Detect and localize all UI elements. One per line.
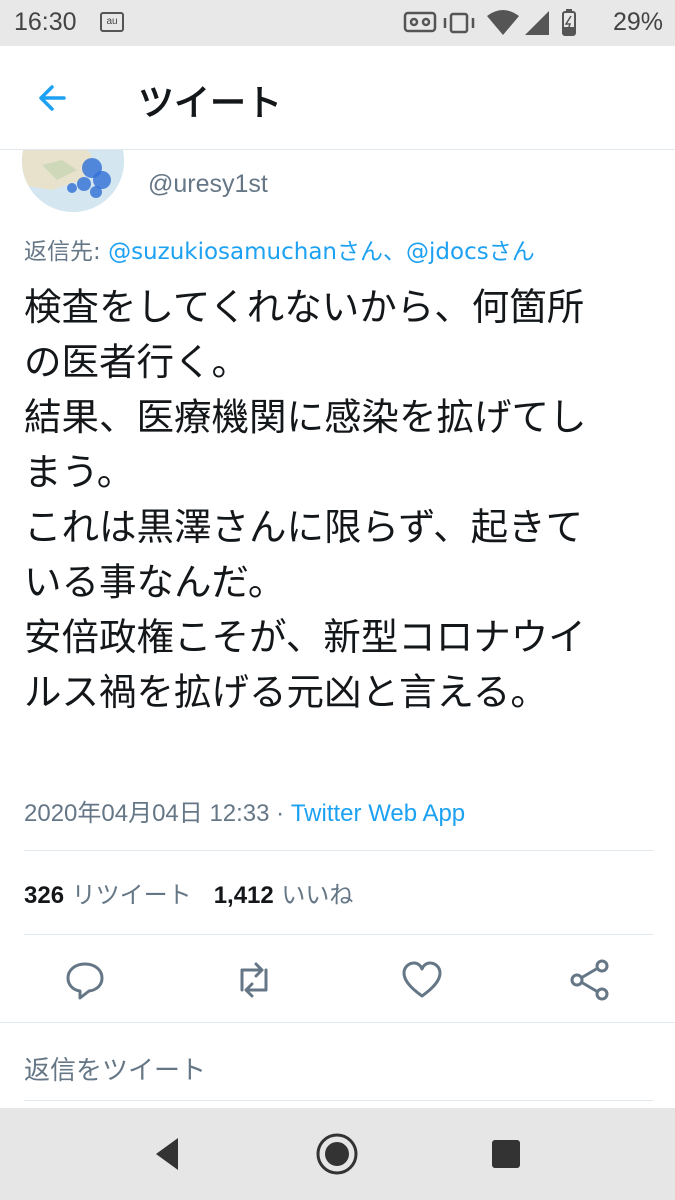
reply-to-line: 返信先: @suzukiosamuchanさん、@jdocsさん (24, 232, 535, 266)
reply-to-separator: 、 (383, 239, 407, 265)
retweet-count: 326 (24, 882, 65, 909)
retweet-label: リツイート (71, 881, 192, 909)
tweet-text-line: 結果、医療機関に感染を拡げてし (24, 395, 587, 439)
reply-input[interactable]: 返信をツイート (24, 1050, 206, 1087)
author-handle[interactable]: @uresy1st (148, 170, 268, 199)
tweet-stats: 326 リツイート 1,412 いいね (24, 875, 353, 910)
status-bar: 16:30 au 29% (0, 0, 675, 46)
nav-home-icon[interactable] (315, 1132, 359, 1176)
divider (24, 850, 653, 851)
meta-separator: · (269, 800, 291, 827)
nav-recents-icon[interactable] (484, 1132, 528, 1176)
like-label: いいね (281, 881, 354, 909)
back-arrow-icon[interactable] (34, 78, 74, 118)
reply-to-user-link[interactable]: @suzukiosamuchanさん (108, 239, 383, 265)
divider (24, 1100, 653, 1101)
tweet-text-line: これは黒澤さんに限らず、起きて (24, 505, 584, 549)
page-title: ツイート (138, 83, 283, 124)
divider (24, 934, 653, 935)
status-time: 16:30 (14, 8, 77, 36)
divider (0, 1022, 675, 1023)
reply-icon[interactable] (63, 958, 107, 1002)
like-count: 1,412 (213, 882, 274, 909)
vr-icon (403, 11, 437, 33)
map-avatar-image (22, 150, 124, 212)
retweet-stat[interactable]: 326 リツイート (24, 881, 192, 909)
vibrate-icon (443, 12, 475, 34)
wifi-icon (487, 10, 519, 35)
signal-icon (525, 11, 549, 35)
tweet-text-line: まう。 (24, 450, 135, 494)
system-icons (403, 9, 576, 36)
tweet-meta: 2020年04月04日 12:33 · Twitter Web App (24, 793, 465, 828)
nav-back-icon[interactable] (146, 1132, 190, 1176)
like-heart-icon[interactable] (400, 958, 444, 1002)
retweet-icon[interactable] (232, 958, 276, 1002)
tweet-text-line: 安倍政権こそが、新型コロナウイ (24, 615, 586, 659)
tweet-text-line: 検査をしてくれないから、何箇所 (24, 285, 585, 329)
avatar[interactable] (22, 150, 124, 212)
tweet-author: @uresy1st (0, 150, 675, 220)
battery-icon (562, 9, 576, 36)
reply-to-user-link[interactable]: @jdocsさん (406, 239, 535, 265)
tweet-action-bar (0, 950, 675, 1012)
tweet-text-line: の医者行く。 (24, 340, 249, 384)
system-nav-bar (0, 1108, 675, 1200)
tweet-timestamp: 2020年04月04日 12:33 (24, 800, 270, 827)
like-stat[interactable]: 1,412 いいね (214, 881, 354, 909)
tweet-text-line: いる事なんだ。 (24, 560, 286, 604)
top-app-bar: ツイート (0, 46, 675, 150)
share-icon[interactable] (568, 958, 612, 1002)
battery-percent: 29% (612, 8, 663, 36)
tweet-text-line: ルス禍を拡げる元凶と言える。 (24, 670, 548, 714)
carrier-icon: au (100, 12, 124, 32)
reply-to-prefix: 返信先: (24, 239, 109, 265)
tweet-source-link[interactable]: Twitter Web App (291, 800, 465, 827)
tweet-text: 検査をしてくれないから、何箇所 の医者行く。 結果、医療機関に感染を拡げてし ま… (24, 280, 654, 720)
